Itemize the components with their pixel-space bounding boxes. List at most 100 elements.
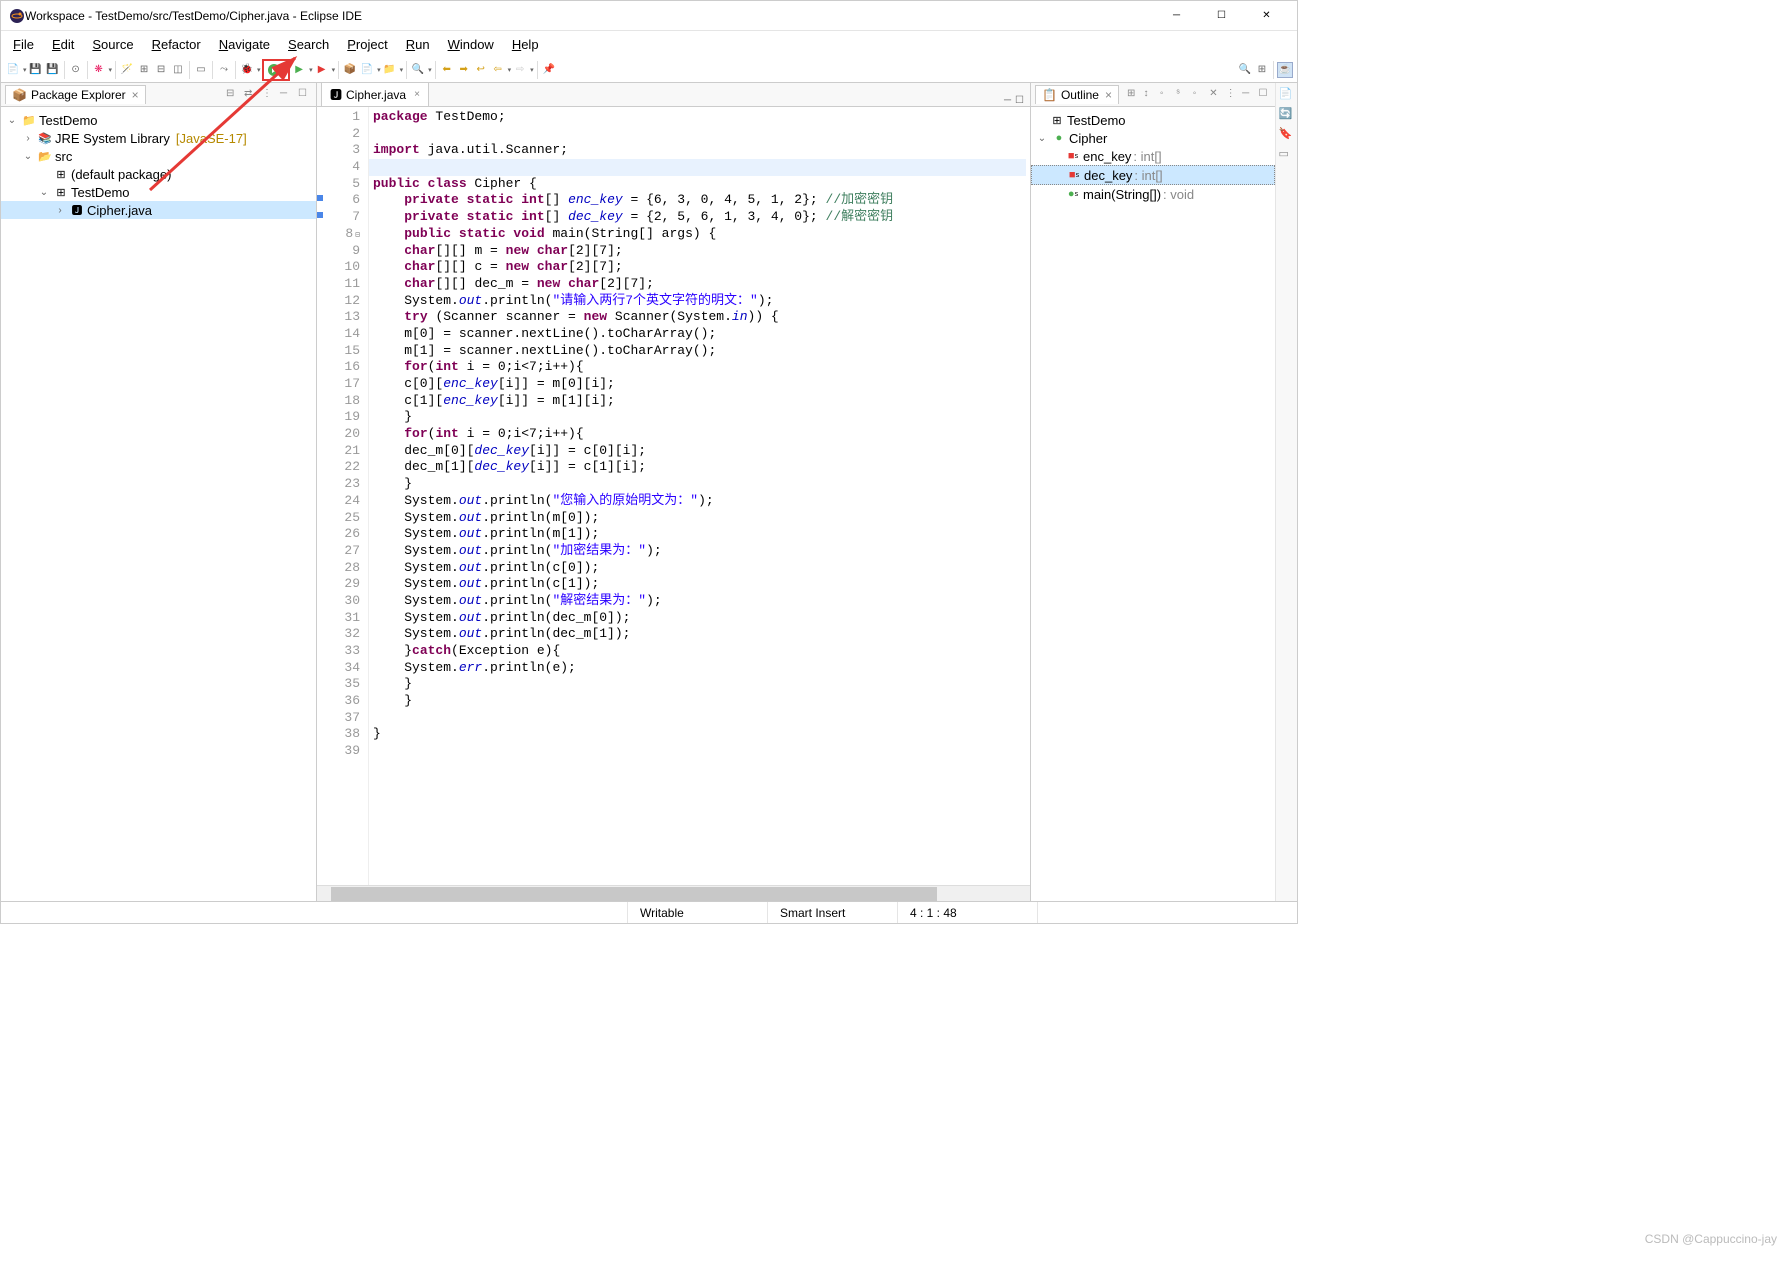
package-explorer-tree[interactable]: ⌄ 📁 TestDemo › 📚 JRE System Library [Jav… (1, 107, 316, 901)
dropdown-icon[interactable]: ▾ (257, 66, 261, 74)
next-annot-button[interactable]: ➡ (456, 62, 472, 78)
package-explorer-tab[interactable]: 📦 Package Explorer × (5, 85, 146, 104)
command-icon[interactable]: ▭ (1279, 147, 1295, 163)
hide-local-icon[interactable]: ✕ (1209, 88, 1221, 102)
search-button[interactable]: 🔍 (410, 62, 426, 78)
dropdown-icon[interactable]: ▾ (23, 66, 27, 74)
filter-icon[interactable]: ↕ (1143, 88, 1155, 102)
new-class-button[interactable]: 📄 (359, 62, 375, 78)
editor-horizontal-scrollbar[interactable] (317, 885, 1030, 901)
open-type-button[interactable]: ⊙ (68, 62, 84, 78)
search-icon[interactable]: 🔍 (1237, 62, 1253, 78)
close-icon[interactable]: × (132, 88, 139, 102)
task-icon[interactable]: 🔄 (1279, 107, 1295, 123)
dropdown-icon[interactable]: ▾ (377, 66, 381, 74)
dropdown-icon[interactable]: ▾ (530, 66, 534, 74)
new-pkg-button[interactable]: 📦 (342, 62, 358, 78)
expand-icon[interactable]: › (21, 133, 35, 144)
hide-nonpublic-icon[interactable]: ◦ (1193, 88, 1205, 102)
src-node[interactable]: ⌄ 📂 src (1, 147, 316, 165)
ext-run-button[interactable]: ▶ (314, 62, 330, 78)
terminal-button[interactable]: ▭ (193, 62, 209, 78)
dropdown-icon[interactable]: ▾ (508, 66, 512, 74)
build-button[interactable]: ❋ (91, 62, 107, 78)
last-edit-button[interactable]: ↩ (473, 62, 489, 78)
skip-button[interactable]: ⤳ (216, 62, 232, 78)
menu-refactor[interactable]: Refactor (144, 33, 209, 56)
wand-button[interactable]: 🪄 (119, 62, 135, 78)
menu-navigate[interactable]: Navigate (211, 33, 278, 56)
prev-annot-button[interactable]: ⬅ (439, 62, 455, 78)
code-content[interactable]: package TestDemo;import java.util.Scanne… (369, 107, 1030, 885)
pkg-node[interactable]: ⌄ ⊞ TestDemo (1, 183, 316, 201)
perspective-button[interactable]: ⊞ (1254, 62, 1270, 78)
expand-icon[interactable]: ⌄ (21, 151, 35, 162)
menu-source[interactable]: Source (84, 33, 141, 56)
menu-edit[interactable]: Edit (44, 33, 82, 56)
save-button[interactable]: 💾 (28, 62, 44, 78)
default-pkg-node[interactable]: ⊞ (default package) (1, 165, 316, 183)
run-button[interactable] (266, 62, 282, 78)
collapse-all-icon[interactable]: ⊟ (226, 88, 240, 102)
view-menu-icon[interactable]: ⋮ (262, 88, 276, 102)
menu-file[interactable]: File (5, 33, 42, 56)
maximize-view-icon[interactable]: ☐ (298, 88, 312, 102)
toggle-button[interactable]: ⊞ (136, 62, 152, 78)
close-icon[interactable]: × (1105, 88, 1112, 102)
hide-fields-icon[interactable]: ◦ (1160, 88, 1172, 102)
bookmark-icon[interactable]: 🔖 (1279, 127, 1295, 143)
close-button[interactable]: ✕ (1244, 2, 1289, 30)
sort-icon[interactable]: ⊞ (1127, 88, 1139, 102)
outline-class-node[interactable]: ⌄ ● Cipher (1031, 129, 1275, 147)
minimize-view-icon[interactable]: ─ (1242, 88, 1254, 102)
editor-tab[interactable]: 🅹 Cipher.java × (321, 83, 429, 106)
new-folder-button[interactable]: 📁 (382, 62, 398, 78)
link-editor-icon[interactable]: ⇄ (244, 88, 258, 102)
code-editor[interactable]: 1234567891011121314151617181920212223242… (317, 107, 1030, 885)
dropdown-icon[interactable]: ▾ (283, 66, 287, 74)
dropdown-icon[interactable]: ▾ (309, 66, 313, 74)
menu-run[interactable]: Run (398, 33, 438, 56)
outline-pkg-node[interactable]: ⊞ TestDemo (1031, 111, 1275, 129)
menu-help[interactable]: Help (504, 33, 547, 56)
expand-icon[interactable]: ⌄ (1035, 133, 1049, 144)
expand-icon[interactable]: ⌄ (37, 187, 51, 198)
forward-button[interactable]: ⇨ (512, 62, 528, 78)
dropdown-icon[interactable]: ▾ (332, 66, 336, 74)
minimize-button[interactable]: ─ (1154, 2, 1199, 30)
close-tab-icon[interactable]: × (414, 89, 420, 100)
java-file-node[interactable]: › 🅹 Cipher.java (1, 201, 316, 219)
dropdown-icon[interactable]: ▾ (109, 66, 113, 74)
new-button[interactable]: 📄 (5, 62, 21, 78)
java-perspective-button[interactable]: ☕ (1277, 62, 1293, 78)
outline-tab[interactable]: 📋 Outline × (1035, 85, 1119, 104)
jre-node[interactable]: › 📚 JRE System Library [JavaSE-17] (1, 129, 316, 147)
outline-member[interactable]: ■s enc_key : int[] (1031, 147, 1275, 165)
menu-window[interactable]: Window (440, 33, 502, 56)
maximize-editor-icon[interactable]: ☐ (1015, 95, 1024, 106)
view-menu-icon[interactable]: ⋮ (1226, 88, 1238, 102)
expand-icon[interactable]: ⌄ (5, 115, 19, 126)
project-node[interactable]: ⌄ 📁 TestDemo (1, 111, 316, 129)
hide-static-icon[interactable]: ˢ (1176, 88, 1188, 102)
cheatsheet-icon[interactable]: 📄 (1279, 87, 1295, 103)
outline-member[interactable]: ■s dec_key : int[] (1031, 165, 1275, 185)
minimize-editor-icon[interactable]: ─ (1004, 95, 1011, 106)
back-button[interactable]: ⇦ (490, 62, 506, 78)
expand-icon[interactable]: › (53, 205, 67, 216)
minimize-view-icon[interactable]: ─ (280, 88, 294, 102)
dropdown-icon[interactable]: ▾ (428, 66, 432, 74)
maximize-view-icon[interactable]: ☐ (1259, 88, 1271, 102)
debug-button[interactable]: 🐞 (239, 62, 255, 78)
menu-project[interactable]: Project (339, 33, 395, 56)
dropdown-icon[interactable]: ▾ (400, 66, 404, 74)
mark-button[interactable]: ◫ (170, 62, 186, 78)
toggle2-button[interactable]: ⊟ (153, 62, 169, 78)
coverage-button[interactable]: ▶ (291, 62, 307, 78)
maximize-button[interactable]: ☐ (1199, 2, 1244, 30)
save-all-button[interactable]: 💾 (45, 62, 61, 78)
pin-button[interactable]: 📌 (541, 62, 557, 78)
outline-member[interactable]: ●s main(String[]) : void (1031, 185, 1275, 203)
outline-tree[interactable]: ⊞ TestDemo ⌄ ● Cipher ■s enc_key : int[]… (1031, 107, 1275, 901)
menu-search[interactable]: Search (280, 33, 337, 56)
